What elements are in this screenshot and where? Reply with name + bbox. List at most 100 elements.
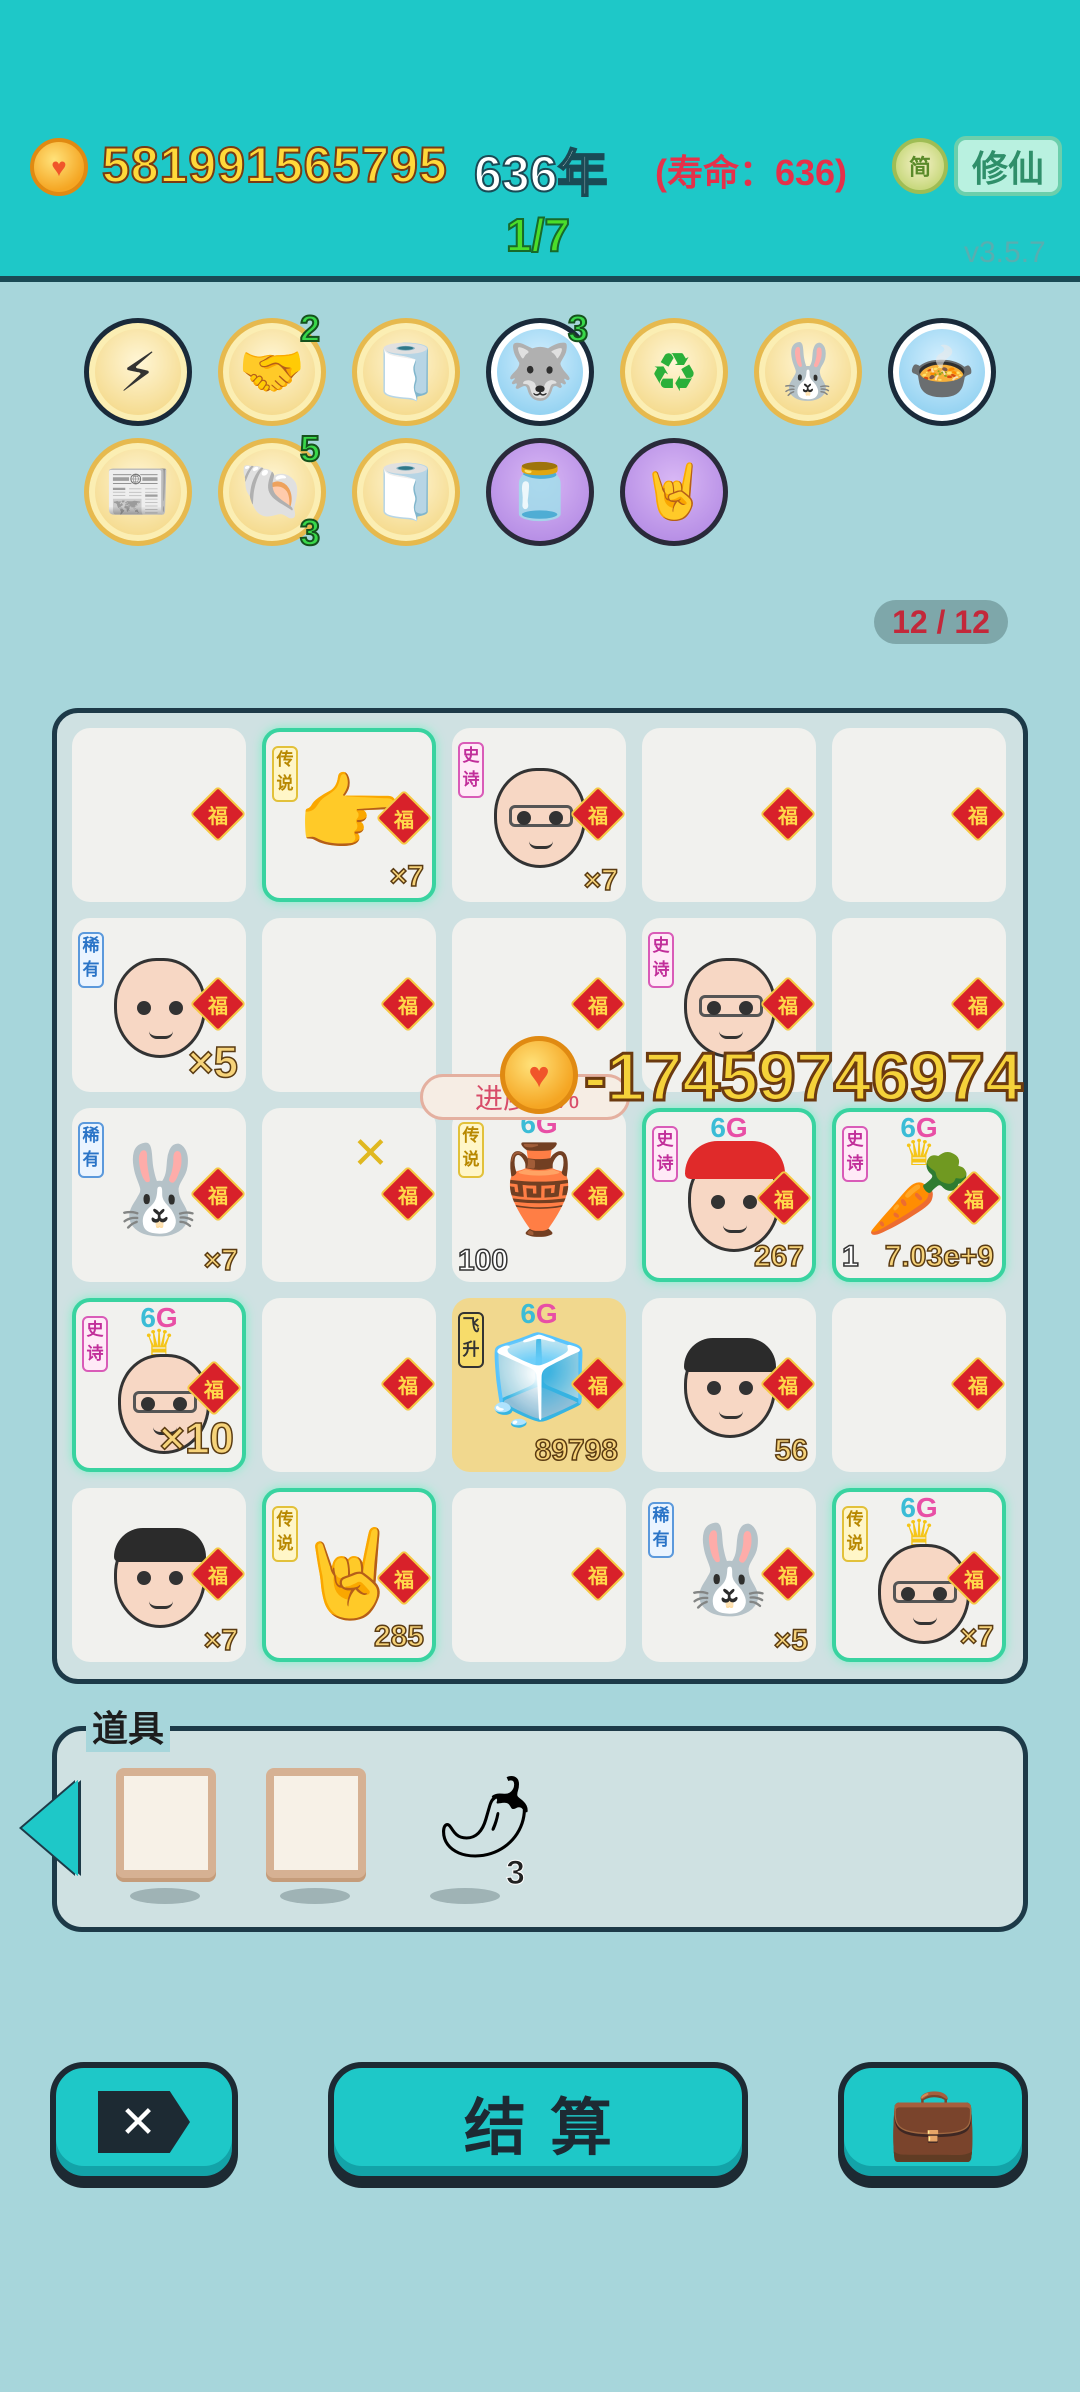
relic-glyph: 🍲 <box>908 341 976 402</box>
rarity-tag: 史诗 <box>82 1316 108 1372</box>
board-cell[interactable]: 福 <box>72 728 246 902</box>
slot-shadow <box>130 1888 200 1904</box>
board-cell[interactable]: 福 56 <box>642 1298 816 1472</box>
close-icon: ✕ <box>98 2091 190 2153</box>
relic-glyph: 🐚 <box>238 461 306 522</box>
board-cell[interactable]: 传说 👉 福 ×7 <box>262 728 436 902</box>
x-mark-icon: ✕ <box>352 1129 389 1178</box>
empty-item-slot[interactable] <box>116 1768 216 1878</box>
xiuxian-button[interactable]: 修仙 <box>954 136 1062 196</box>
slot-shadow <box>280 1888 350 1904</box>
g6-badge: 6G <box>710 1112 748 1143</box>
jar-icon[interactable]: 🫙 <box>486 438 594 546</box>
relic-glyph: 🫙 <box>506 461 574 522</box>
cell-count: ×7 <box>583 863 619 898</box>
board-cell[interactable]: 稀有 🐰 福 ×7 <box>72 1108 246 1282</box>
lightning-icon[interactable]: ⚡ <box>84 318 192 426</box>
board-cell[interactable]: 稀有 福 ×5 <box>72 918 246 1092</box>
game-board: 福 传说 👉 福 ×7 史诗 福 ×7 福 福 稀有 福 ×5 福 福 史诗 福… <box>52 708 1028 1684</box>
cell-count: ×10 <box>159 1413 235 1464</box>
cell-count: ×7 <box>203 1623 239 1658</box>
board-cell[interactable]: 史诗 6G ♛ 福 ×10 <box>72 1298 246 1472</box>
relic-glyph: 🧻 <box>372 461 440 522</box>
board-cell[interactable]: 福 <box>452 1488 626 1662</box>
rabbit-icon[interactable]: 🐰 <box>754 318 862 426</box>
board-cell[interactable]: 福 ×7 <box>72 1488 246 1662</box>
cell-count: 285 <box>373 1619 425 1654</box>
board-cell[interactable]: 传说 6G 🏺 福 100 <box>452 1108 626 1282</box>
board-cell[interactable]: 福 <box>262 1298 436 1472</box>
relic-badge: 5 <box>299 427 321 470</box>
fu-icon: 福 <box>949 1355 1006 1413</box>
left-arrow-icon[interactable] <box>22 1780 78 1876</box>
rarity-tag: 史诗 <box>458 742 484 798</box>
chili-pepper-icon[interactable]: 🌶 <box>434 1770 536 1864</box>
time-magazine-icon[interactable]: 📰 <box>84 438 192 546</box>
rock-hand-icon[interactable]: 🤘 <box>620 438 728 546</box>
relic-badge: 3 <box>299 511 321 554</box>
slot-shadow <box>430 1888 500 1904</box>
rarity-tag: 史诗 <box>648 932 674 988</box>
floating-coin-delta: -17459746974 <box>583 1038 1025 1117</box>
board-cell[interactable]: 稀有 🐰 福 ×5 <box>642 1488 816 1662</box>
recycle-icon[interactable]: ♻ <box>620 318 728 426</box>
relic-badge: 2 <box>299 307 321 350</box>
old-man-glasses-icon <box>494 768 586 868</box>
coin-icon: ♥ <box>30 138 88 196</box>
items-title: 道具 <box>86 1700 171 1752</box>
cell-count: ×7 <box>389 859 425 894</box>
relic-glyph: 🧻 <box>372 341 440 402</box>
cell-count: 100 <box>457 1243 509 1278</box>
relic-glyph: 🐰 <box>774 341 842 402</box>
board-cell[interactable]: 史诗 6G 福 267 <box>642 1108 816 1282</box>
fu-icon: 福 <box>569 975 626 1033</box>
board-cell[interactable]: 福 <box>832 1298 1006 1472</box>
board-cell[interactable]: 飞升 6G 🧊 福 89798 <box>452 1298 626 1472</box>
board-cell[interactable]: 史诗 6G ♛ 🥕 福 1 7.03e+9 <box>832 1108 1006 1282</box>
year-counter: 636年 <box>473 145 608 203</box>
relic-glyph: 🤝 <box>238 341 306 402</box>
board-cell[interactable]: 传说 6G ♛ 福 ×7 <box>832 1488 1006 1662</box>
cell-count-left: 1 <box>841 1239 859 1274</box>
simplified-toggle-icon[interactable]: 简 <box>892 138 948 194</box>
relic-glyph: 📰 <box>104 461 172 522</box>
inventory-button[interactable]: 💼 <box>838 2062 1028 2182</box>
empty-item-slot[interactable] <box>266 1768 366 1878</box>
board-cell[interactable]: 史诗 福 ×7 <box>452 728 626 902</box>
version-label: v3.5.7 <box>964 236 1046 269</box>
coin-icon: ♥ <box>500 1036 578 1114</box>
tissue-box-icon[interactable]: 🧻 <box>352 318 460 426</box>
board-cell[interactable]: 福 <box>262 918 436 1092</box>
cooking-pot-icon[interactable]: 🍲 <box>888 318 996 426</box>
exit-button[interactable]: ✕ <box>50 2062 238 2182</box>
fu-icon: 福 <box>379 1355 436 1413</box>
board-cell[interactable]: 传说 🤘 福 285 <box>262 1488 436 1662</box>
cell-count: 267 <box>753 1239 805 1274</box>
fu-icon: 福 <box>949 975 1006 1033</box>
divider <box>0 276 1080 282</box>
cell-count: 56 <box>774 1433 809 1468</box>
man-icon <box>114 1528 206 1628</box>
rarity-tag: 稀有 <box>78 932 104 988</box>
tissue-box-icon[interactable]: 🧻 <box>352 438 460 546</box>
slot-counter: 12 / 12 <box>874 600 1008 644</box>
cell-count: ×5 <box>773 1623 809 1658</box>
round-counter: 1/7 <box>505 208 571 262</box>
cell-count: ×7 <box>203 1243 239 1278</box>
board-cell[interactable]: 福 <box>642 728 816 902</box>
item-count: 3 <box>506 1854 526 1893</box>
fu-icon: 福 <box>379 975 436 1033</box>
briefcase-icon: 💼 <box>888 2082 978 2163</box>
fu-icon: 福 <box>949 785 1006 843</box>
cell-count: ×5 <box>187 1037 239 1088</box>
lifespan-text: (寿命：636) <box>655 152 848 193</box>
settle-button[interactable]: 结算 <box>328 2062 748 2182</box>
board-cell[interactable]: ✕ 福 <box>262 1108 436 1282</box>
fu-icon: 福 <box>189 785 246 843</box>
fu-icon: 福 <box>569 1545 626 1603</box>
cell-count: 89798 <box>534 1433 619 1468</box>
cell-count: 7.03e+9 <box>884 1239 995 1274</box>
relic-glyph: 🤘 <box>640 461 708 522</box>
board-cell[interactable]: 福 <box>832 728 1006 902</box>
fu-icon: 福 <box>759 785 816 843</box>
